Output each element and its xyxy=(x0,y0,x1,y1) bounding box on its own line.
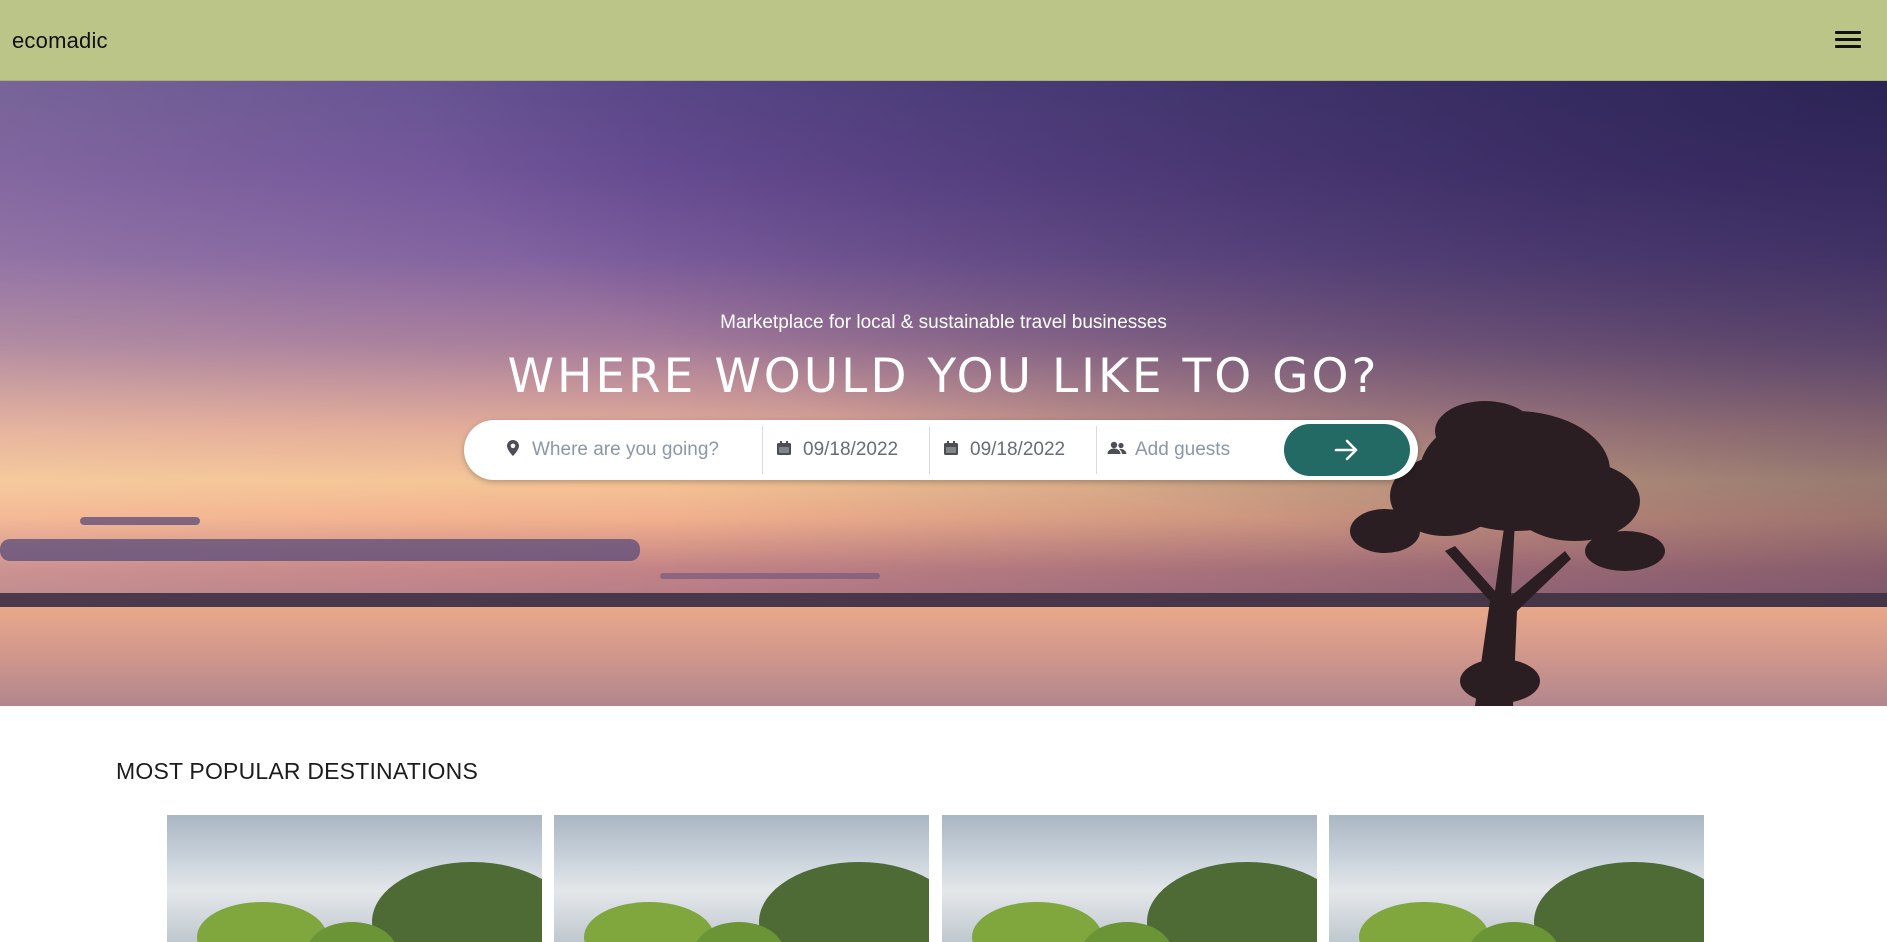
section-title-popular-destinations: MOST POPULAR DESTINATIONS xyxy=(116,758,478,784)
arrow-right-icon xyxy=(1334,439,1358,461)
search-bar: Where are you going? 09/18/2022 09/18/20… xyxy=(464,420,1418,480)
bush-shape xyxy=(972,902,1102,942)
map-pin-icon xyxy=(504,440,522,460)
cloud-shape xyxy=(660,573,880,579)
hill-shape xyxy=(1147,862,1317,942)
hill-shape xyxy=(372,862,542,942)
cloud-shape xyxy=(0,539,640,561)
hero-subtitle: Marketplace for local & sustainable trav… xyxy=(720,312,1167,333)
top-navbar: ecomadic xyxy=(0,0,1887,81)
destination-card[interactable] xyxy=(554,815,929,942)
hero-title: WHERE WOULD YOU LIKE TO GO? xyxy=(507,349,1380,404)
hamburger-menu-icon[interactable] xyxy=(1835,28,1861,52)
destination-card[interactable] xyxy=(942,815,1317,942)
destination-card[interactable] xyxy=(1329,815,1704,942)
check-out-value: 09/18/2022 xyxy=(970,439,1066,460)
check-in-value: 09/18/2022 xyxy=(803,439,899,460)
cloud-shape xyxy=(80,517,200,525)
bush-shape xyxy=(1359,902,1489,942)
check-out-date-input[interactable]: 09/18/2022 xyxy=(929,426,1092,474)
destination-input[interactable]: Where are you going? xyxy=(504,426,744,474)
bush-shape xyxy=(197,902,327,942)
calendar-icon xyxy=(775,440,793,460)
users-icon xyxy=(1107,441,1127,459)
calendar-icon xyxy=(942,440,960,460)
brand-logo[interactable]: ecomadic xyxy=(12,28,108,54)
bush-shape xyxy=(584,902,714,942)
hill-shape xyxy=(1534,862,1704,942)
check-in-date-input[interactable]: 09/18/2022 xyxy=(762,426,925,474)
destination-card[interactable] xyxy=(167,815,542,942)
hero-banner: Marketplace for local & sustainable trav… xyxy=(0,81,1887,706)
destination-placeholder: Where are you going? xyxy=(532,439,719,460)
hill-shape xyxy=(759,862,929,942)
guests-input[interactable]: Add guests xyxy=(1096,426,1277,474)
guests-placeholder: Add guests xyxy=(1135,439,1231,460)
search-submit-button[interactable] xyxy=(1284,424,1410,476)
